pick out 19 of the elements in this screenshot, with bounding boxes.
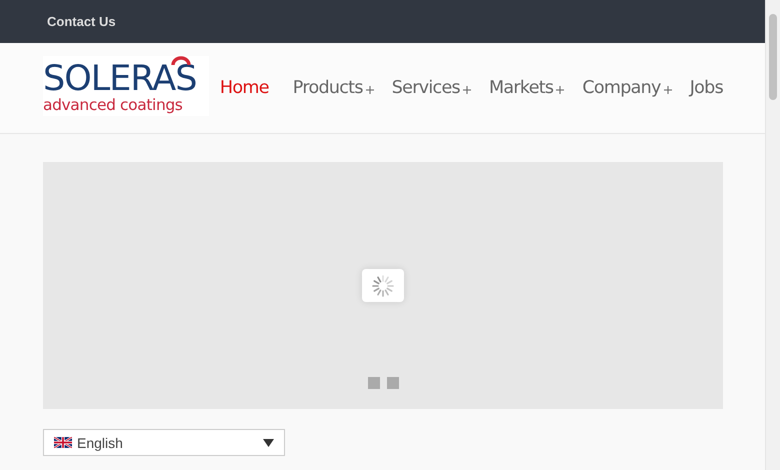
plus-icon[interactable]	[366, 86, 374, 94]
nav-link[interactable]: Jobs	[690, 78, 723, 98]
nav-link[interactable]: Products	[292, 78, 363, 98]
contact-link[interactable]: Contact Us	[47, 14, 116, 29]
plus-icon[interactable]	[462, 86, 471, 94]
nav-link[interactable]: Company	[582, 78, 661, 98]
logo-tagline: advanced coatings	[43, 96, 184, 114]
caret-icon	[263, 438, 274, 446]
flag-icon	[54, 437, 72, 448]
plus-icon[interactable]	[664, 86, 672, 94]
language-select[interactable]: English	[43, 429, 285, 456]
nav-link[interactable]: Home	[220, 78, 269, 98]
nav-link[interactable]: Markets	[488, 78, 554, 98]
plus-icon[interactable]	[556, 86, 564, 94]
scrollbar[interactable]	[765, 0, 780, 470]
logo[interactable]: SOLERAS advanced coatings	[43, 56, 209, 116]
logo-name: SOLERAS	[43, 62, 198, 96]
arc-icon	[171, 56, 191, 65]
nav-link[interactable]: Services	[392, 78, 460, 98]
